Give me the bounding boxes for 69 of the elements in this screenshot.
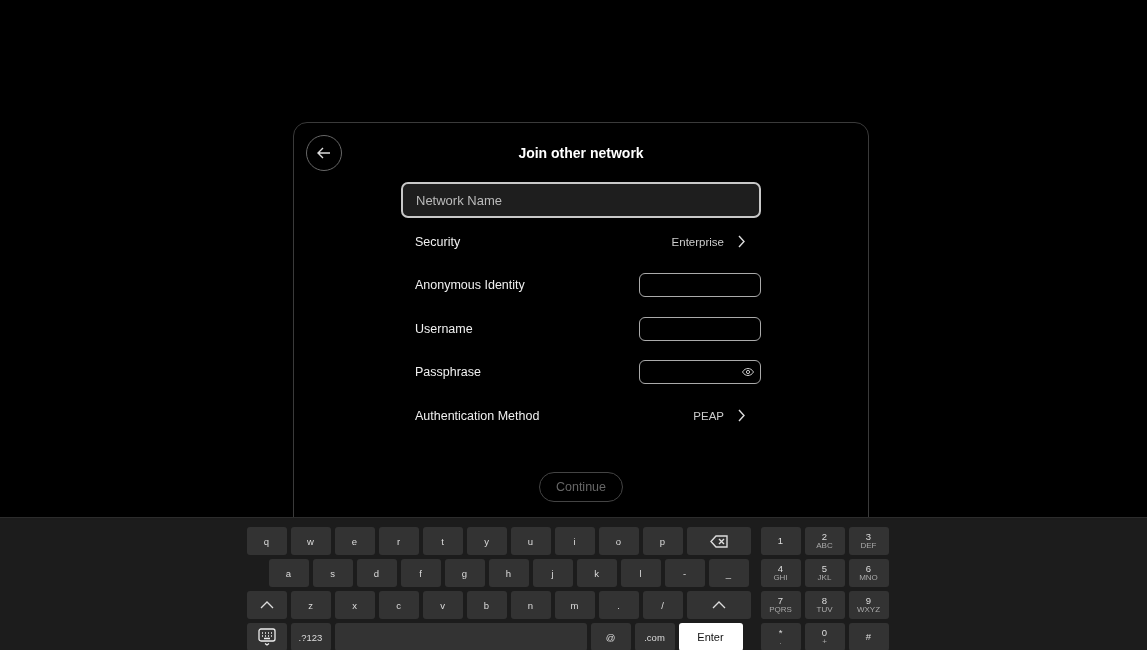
caret-up-icon bbox=[259, 601, 274, 609]
keyboard-key[interactable]: o bbox=[598, 527, 639, 555]
chevron-right-icon bbox=[738, 409, 745, 423]
keyboard-key[interactable]: b bbox=[466, 591, 507, 619]
numpad-key[interactable]: 4 GHI bbox=[760, 559, 801, 587]
eye-icon[interactable] bbox=[742, 368, 754, 377]
hide-keyboard-key[interactable] bbox=[246, 623, 287, 650]
numpad-key[interactable]: 5 JKL bbox=[804, 559, 845, 587]
field-label: Security bbox=[415, 234, 461, 249]
enter-key[interactable]: Enter bbox=[678, 623, 743, 650]
shift-key[interactable] bbox=[246, 591, 287, 619]
keyboard-key[interactable]: c bbox=[378, 591, 419, 619]
field-label: Authentication Method bbox=[415, 408, 540, 423]
field-label: Username bbox=[415, 321, 473, 336]
numpad-key[interactable]: 9 WXYZ bbox=[848, 591, 889, 619]
keyboard-key[interactable]: . bbox=[598, 591, 639, 619]
keyboard-key[interactable]: h bbox=[488, 559, 529, 587]
back-arrow-icon bbox=[317, 147, 331, 159]
keyboard-key[interactable]: x bbox=[334, 591, 375, 619]
numpad-key[interactable]: # bbox=[848, 623, 889, 650]
keyboard-key[interactable]: g bbox=[444, 559, 485, 587]
numpad-key[interactable]: 3 DEF bbox=[848, 527, 889, 555]
numpad-key[interactable]: 7 PQRS bbox=[760, 591, 801, 619]
keyboard-key[interactable]: r bbox=[378, 527, 419, 555]
keyboard-key[interactable]: _ bbox=[708, 559, 749, 587]
keyboard-key[interactable]: q bbox=[246, 527, 287, 555]
keyboard-key[interactable]: e bbox=[334, 527, 375, 555]
select-value[interactable]: Enterprise bbox=[671, 235, 745, 249]
caret-up-icon bbox=[711, 601, 726, 609]
keyboard-key[interactable]: f bbox=[400, 559, 441, 587]
keyboard-key[interactable]: .?123 bbox=[290, 623, 331, 650]
numpad-key[interactable]: 0 + bbox=[804, 623, 845, 650]
input-field[interactable] bbox=[639, 316, 761, 341]
keyboard-key[interactable]: y bbox=[466, 527, 507, 555]
backspace-key[interactable] bbox=[686, 527, 751, 555]
keyboard-key[interactable]: s bbox=[312, 559, 353, 587]
chevron-right-icon bbox=[738, 235, 745, 249]
backspace-icon bbox=[709, 534, 728, 548]
keyboard-key[interactable]: a bbox=[268, 559, 309, 587]
keyboard-key[interactable]: v bbox=[422, 591, 463, 619]
input-field[interactable] bbox=[639, 273, 761, 298]
keyboard-key[interactable]: i bbox=[554, 527, 595, 555]
keyboard-key[interactable]: m bbox=[554, 591, 595, 619]
dialog-title: Join other network bbox=[517, 145, 645, 161]
numpad-key[interactable]: 2 ABC bbox=[804, 527, 845, 555]
keyboard-key[interactable]: d bbox=[356, 559, 397, 587]
field-label: Passphrase bbox=[415, 365, 481, 380]
keyboard-key[interactable]: j bbox=[532, 559, 573, 587]
numpad-key[interactable]: 1 bbox=[760, 527, 801, 555]
keyboard-key[interactable]: w bbox=[290, 527, 331, 555]
numpad-key[interactable]: 8 TUV bbox=[804, 591, 845, 619]
password-field[interactable] bbox=[639, 360, 761, 385]
keyboard-key[interactable]: t bbox=[422, 527, 463, 555]
keyboard-key[interactable]: l bbox=[620, 559, 661, 587]
keyboard-key[interactable]: p bbox=[642, 527, 683, 555]
keyboard-key[interactable]: k bbox=[576, 559, 617, 587]
numpad-key[interactable]: 6 MNO bbox=[848, 559, 889, 587]
keyboard-key[interactable]: u bbox=[510, 527, 551, 555]
keyboard-key[interactable]: .com bbox=[634, 623, 675, 650]
keyboard-icon bbox=[256, 627, 277, 647]
keyboard-key[interactable]: n bbox=[510, 591, 551, 619]
keyboard-key[interactable]: / bbox=[642, 591, 683, 619]
numpad-key[interactable]: * . bbox=[760, 623, 801, 650]
keyboard-key[interactable]: - bbox=[664, 559, 705, 587]
network-name-field[interactable]: Network Name bbox=[401, 182, 761, 218]
select-value[interactable]: PEAP bbox=[693, 409, 745, 423]
keyboard-key[interactable]: @ bbox=[590, 623, 631, 650]
field-label: Anonymous Identity bbox=[415, 278, 525, 293]
keyboard-key[interactable]: z bbox=[290, 591, 331, 619]
